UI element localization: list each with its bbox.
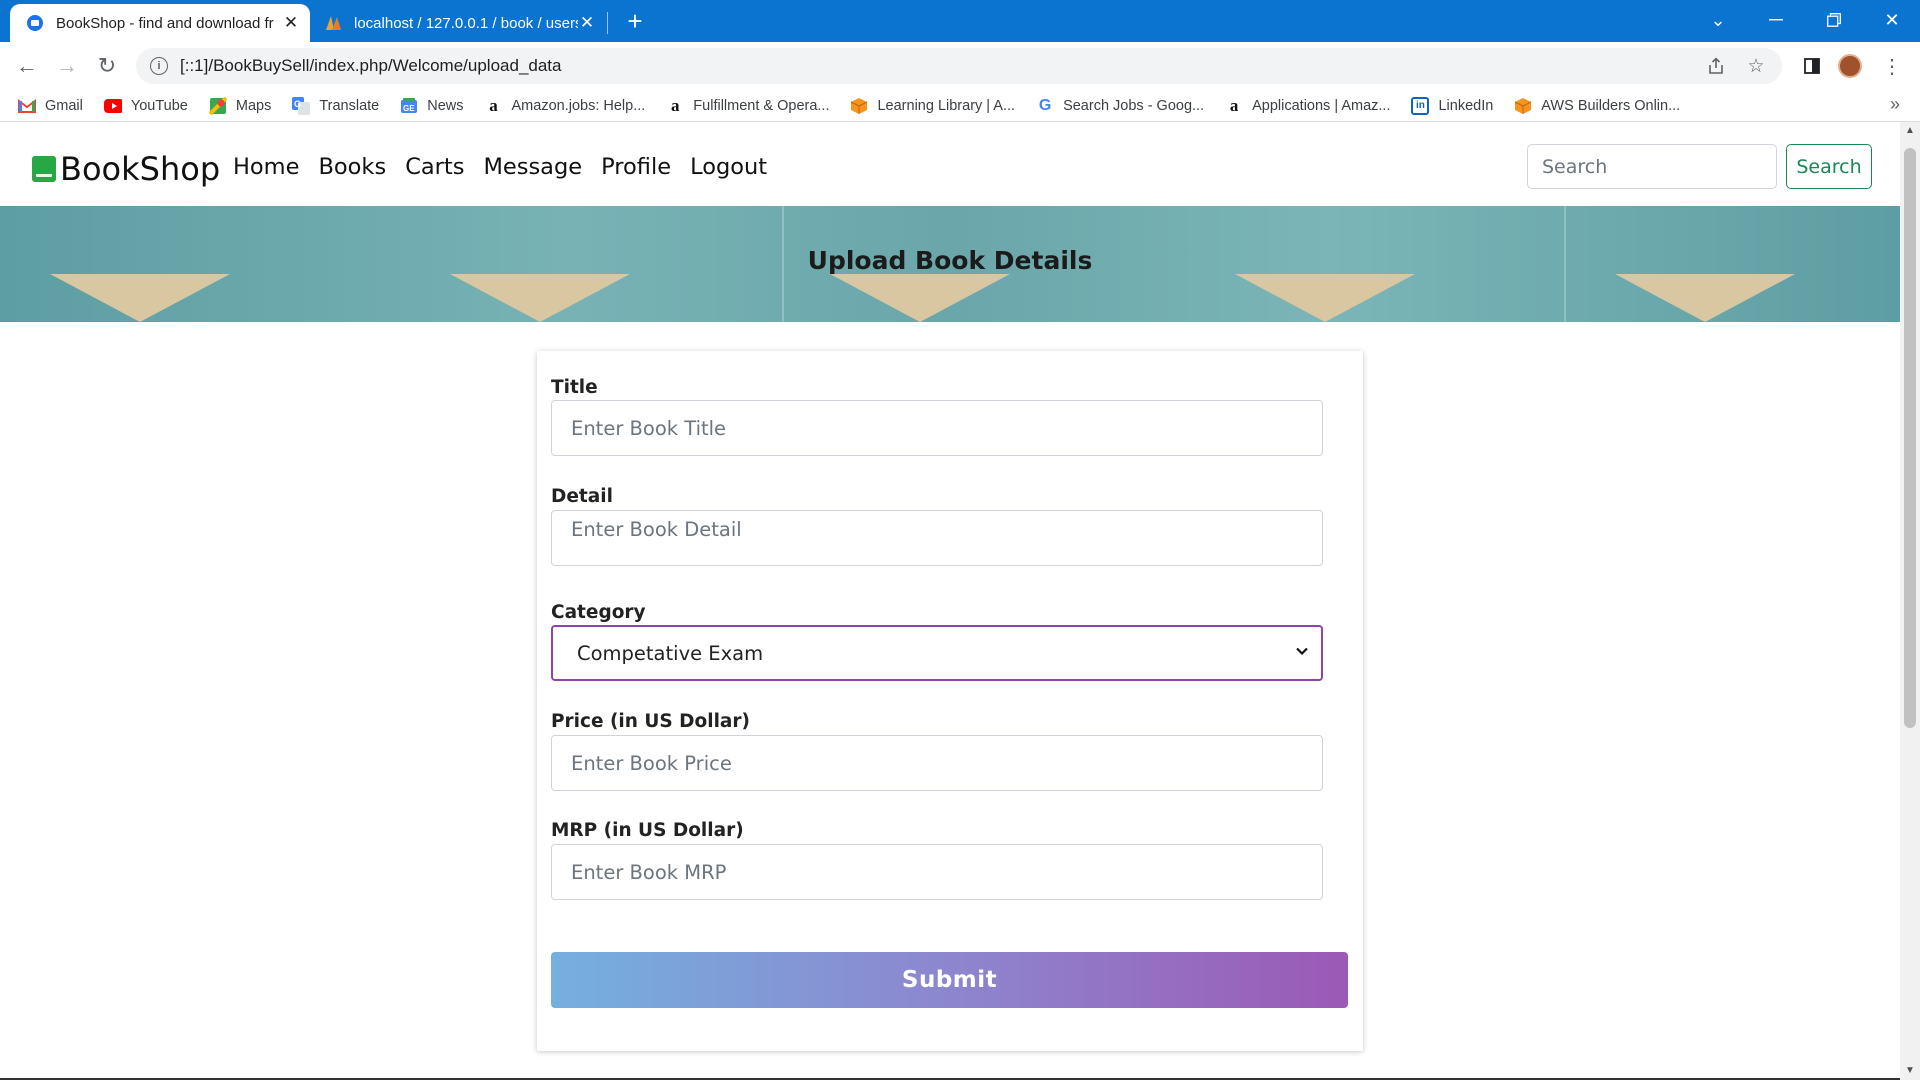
new-tab-button[interactable]: + [620, 8, 650, 36]
maps-icon [208, 96, 227, 115]
news-icon: GE [400, 97, 418, 115]
bookmark-amazon-jobs-help[interactable]: a Amazon.jobs: Help... [485, 95, 645, 115]
profile-avatar[interactable] [1834, 51, 1866, 81]
book-detail-input[interactable] [551, 510, 1323, 566]
svg-text:G: G [294, 99, 301, 109]
paper-plane-decoration [1235, 274, 1415, 322]
amazon-icon: a [489, 95, 498, 115]
bookmark-applications-amazon[interactable]: a Applications | Amaz... [1225, 95, 1391, 115]
amazon-icon: a [671, 95, 680, 115]
bookshop-favicon-icon [26, 14, 44, 32]
paper-plane-decoration [830, 274, 1010, 322]
youtube-icon [103, 97, 122, 115]
bookmark-news[interactable]: GE News [400, 97, 464, 115]
brand-name: BookShop [60, 150, 221, 188]
category-selected-value: Competative Exam [577, 641, 764, 665]
back-icon[interactable]: ← [11, 51, 43, 81]
menu-kebab-icon[interactable]: ⋮ [1876, 51, 1908, 81]
book-title-input[interactable] [551, 400, 1323, 456]
site-navbar: BookShop Home Books Carts Message Profil… [0, 122, 1900, 206]
page-banner: Upload Book Details [0, 206, 1900, 322]
forward-icon[interactable]: → [51, 51, 83, 81]
book-price-input[interactable] [551, 735, 1323, 791]
aws-cube-icon [1514, 97, 1532, 115]
close-tab-icon[interactable]: ✕ [282, 13, 300, 32]
tab-title: localhost / 127.0.0.1 / book / users [354, 14, 578, 32]
tab-search-icon[interactable]: ⌄ [1694, 0, 1742, 40]
upload-book-form: Title Detail Category Competative Exam P… [537, 351, 1363, 1051]
amazon-icon: a [1229, 95, 1239, 115]
bookmark-fulfillment[interactable]: a Fulfillment & Opera... [666, 95, 829, 115]
minimize-icon[interactable] [1752, 0, 1800, 40]
site-search-button[interactable]: Search [1786, 144, 1872, 189]
page-scrollbar[interactable]: ▲ ▼ [1900, 122, 1920, 1080]
scroll-down-icon[interactable]: ▼ [1900, 1062, 1920, 1080]
close-tab-icon[interactable]: ✕ [578, 13, 596, 32]
paper-plane-decoration [450, 274, 630, 322]
chevron-down-icon [1295, 643, 1309, 662]
browser-toolbar: ← → ↻ i [::1]/BookBuySell/index.php/Welc… [0, 42, 1920, 90]
bookmark-maps[interactable]: Maps [208, 96, 271, 115]
book-icon [32, 156, 56, 182]
category-select[interactable]: Competative Exam [551, 625, 1323, 681]
page-viewport: BookShop Home Books Carts Message Profil… [0, 122, 1900, 1080]
gmail-icon [18, 97, 36, 115]
site-brand[interactable]: BookShop [32, 150, 220, 188]
bookmark-aws-builders[interactable]: AWS Builders Onlin... [1514, 97, 1680, 115]
title-label: Title [551, 377, 598, 398]
close-window-icon[interactable]: ✕ [1868, 0, 1916, 40]
share-icon[interactable] [1702, 52, 1730, 80]
bookmark-linkedin[interactable]: in LinkedIn [1411, 96, 1493, 115]
paper-plane-decoration [1615, 274, 1795, 322]
restore-icon[interactable] [1810, 0, 1858, 40]
bookmark-translate[interactable]: G Translate [292, 96, 379, 115]
scrollbar-thumb[interactable] [1904, 148, 1916, 728]
reload-icon[interactable]: ↻ [91, 51, 123, 81]
detail-label: Detail [551, 486, 613, 507]
tab-separator [607, 12, 608, 34]
address-bar[interactable]: i [::1]/BookBuySell/index.php/Welcome/up… [136, 48, 1782, 84]
scroll-up-icon[interactable]: ▲ [1900, 122, 1920, 140]
site-search-input[interactable] [1527, 144, 1777, 189]
nav-carts[interactable]: Carts [405, 154, 464, 180]
submit-button[interactable]: Submit [551, 952, 1348, 1008]
bookmark-learning-library[interactable]: Learning Library | A... [850, 97, 1015, 115]
site-nav-links: Home Books Carts Message Profile Logout [233, 154, 786, 180]
url-text[interactable]: [::1]/BookBuySell/index.php/Welcome/uplo… [180, 56, 1702, 76]
linkedin-icon: in [1411, 96, 1430, 115]
bookmark-star-icon[interactable]: ☆ [1742, 52, 1770, 80]
side-panel-icon[interactable] [1796, 51, 1828, 81]
phpmyadmin-favicon-icon [324, 14, 342, 32]
google-icon: G [1038, 96, 1052, 114]
nav-logout[interactable]: Logout [690, 154, 767, 180]
browser-tab-bar: BookShop - find and download fr ✕ localh… [0, 0, 1920, 42]
nav-message[interactable]: Message [483, 154, 582, 180]
bookmark-youtube[interactable]: YouTube [103, 97, 188, 115]
tab-title: BookShop - find and download fr [56, 14, 274, 32]
nav-profile[interactable]: Profile [601, 154, 671, 180]
category-label: Category [551, 602, 646, 623]
bookmark-search-jobs[interactable]: G Search Jobs - Goog... [1036, 97, 1204, 115]
aws-cube-icon [850, 97, 868, 115]
page-title: Upload Book Details [807, 246, 1093, 275]
tab-bookshop[interactable]: BookShop - find and download fr ✕ [10, 4, 310, 42]
price-label: Price (in US Dollar) [551, 711, 750, 732]
nav-books[interactable]: Books [318, 154, 386, 180]
translate-icon: G [292, 96, 311, 115]
book-mrp-input[interactable] [551, 844, 1323, 900]
more-bookmarks-icon[interactable]: » [1890, 94, 1900, 115]
mrp-label: MRP (in US Dollar) [551, 820, 744, 841]
tab-phpmyadmin[interactable]: localhost / 127.0.0.1 / book / users ✕ [316, 4, 606, 42]
nav-home[interactable]: Home [233, 154, 299, 180]
bookmarks-bar: Gmail YouTube Maps G Translate GE News a… [0, 90, 1920, 122]
bookmark-gmail[interactable]: Gmail [18, 97, 83, 115]
site-info-icon[interactable]: i [150, 57, 168, 75]
paper-plane-decoration [50, 274, 230, 322]
svg-text:GE: GE [403, 104, 415, 113]
